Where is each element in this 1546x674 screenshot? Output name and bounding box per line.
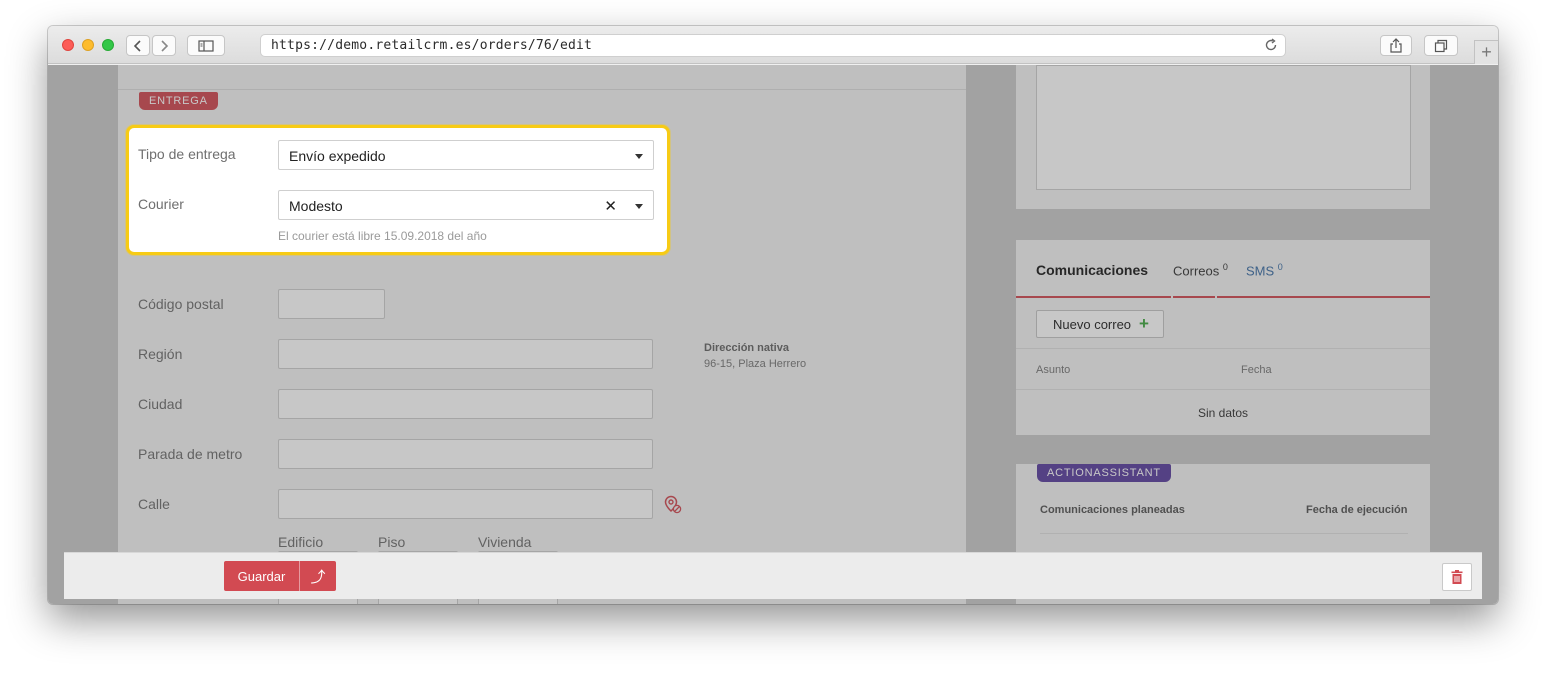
tab-underline bbox=[1217, 296, 1430, 298]
new-email-button[interactable]: Nuevo correo + bbox=[1036, 310, 1164, 338]
caret-down-icon bbox=[635, 154, 643, 159]
street-input[interactable] bbox=[278, 489, 653, 519]
tab-emails-label: Correos bbox=[1173, 263, 1220, 279]
browser-window: https://demo.retailcrm.es/orders/76/edit… bbox=[48, 26, 1498, 604]
tabs-overview-button[interactable] bbox=[1424, 35, 1458, 56]
caret-down-icon bbox=[635, 204, 643, 209]
delivery-type-label: Tipo de entrega bbox=[138, 146, 236, 162]
region-label: Región bbox=[138, 346, 183, 362]
zoom-window-button[interactable] bbox=[102, 39, 114, 51]
forward-button[interactable] bbox=[152, 35, 176, 56]
chevron-right-icon bbox=[161, 39, 169, 52]
city-label: Ciudad bbox=[138, 396, 183, 412]
column-date: Fecha bbox=[1241, 364, 1272, 376]
close-window-button[interactable] bbox=[62, 39, 74, 51]
floor-label: Piso bbox=[378, 534, 406, 550]
address-bar[interactable]: https://demo.retailcrm.es/orders/76/edit bbox=[260, 34, 1286, 57]
column-execution-date: Fecha de ejecución bbox=[1306, 504, 1408, 516]
new-email-label: Nuevo correo bbox=[1053, 316, 1132, 332]
native-address-value: 96-15, Plaza Herrero bbox=[704, 358, 807, 370]
tab-underline bbox=[1173, 296, 1215, 298]
delete-button[interactable] bbox=[1442, 563, 1472, 591]
metro-station-label: Parada de metro bbox=[138, 446, 243, 462]
city-input[interactable] bbox=[278, 389, 653, 419]
tab-sms-label: SMS bbox=[1246, 263, 1275, 279]
clear-icon[interactable]: ✕ bbox=[604, 197, 617, 215]
apartment-label: Vivienda bbox=[478, 534, 532, 550]
tab-emails[interactable]: Correos 0 bbox=[1173, 262, 1228, 278]
share-icon bbox=[1390, 38, 1402, 53]
divider bbox=[1016, 348, 1430, 349]
tab-underline bbox=[1016, 296, 1171, 298]
postal-code-label: Código postal bbox=[138, 296, 224, 312]
section-divider bbox=[118, 89, 966, 90]
sidebar-toggle-button[interactable] bbox=[187, 35, 225, 56]
chevron-left-icon bbox=[133, 39, 141, 52]
plus-icon: + bbox=[1139, 314, 1149, 333]
highlighted-delivery-fields: Tipo de entrega Envío expedido Courier M… bbox=[126, 125, 670, 255]
minimize-window-button[interactable] bbox=[82, 39, 94, 51]
save-button[interactable]: Guardar ⤴ bbox=[224, 561, 336, 591]
new-tab-button[interactable]: + bbox=[1474, 40, 1498, 64]
divider bbox=[1040, 533, 1408, 534]
delivery-type-select[interactable]: Envío expedido bbox=[278, 140, 654, 170]
column-subject: Asunto bbox=[1036, 364, 1071, 376]
notes-panel bbox=[1016, 65, 1430, 209]
tabs-icon bbox=[1434, 39, 1448, 52]
native-address-title: Dirección nativa bbox=[704, 342, 789, 354]
sidebar-icon bbox=[198, 39, 214, 52]
street-label: Calle bbox=[138, 496, 170, 512]
trash-icon bbox=[1451, 570, 1463, 584]
save-label: Guardar bbox=[224, 561, 300, 591]
action-assistant-tag: ACTIONASSISTANT bbox=[1037, 464, 1171, 482]
page-content: ENTREGA Código postal Región Dirección n… bbox=[48, 65, 1498, 604]
tab-sms[interactable]: SMS 0 bbox=[1246, 262, 1283, 278]
courier-select[interactable]: Modesto ✕ bbox=[278, 190, 654, 220]
tab-sms-count: 0 bbox=[1277, 262, 1283, 272]
column-planned-communications: Comunicaciones planeadas bbox=[1040, 504, 1185, 516]
divider bbox=[1016, 389, 1430, 390]
postal-code-input[interactable] bbox=[278, 289, 385, 319]
notes-textarea[interactable] bbox=[1036, 65, 1411, 190]
share-button[interactable] bbox=[1380, 35, 1412, 56]
delivery-type-value: Envío expedido bbox=[289, 148, 386, 164]
bottom-action-bar: Guardar ⤴ bbox=[64, 552, 1482, 599]
courier-label: Courier bbox=[138, 196, 184, 212]
courier-availability-hint: El courier está libre 15.09.2018 del año bbox=[278, 229, 487, 243]
delivery-section-tag: ENTREGA bbox=[139, 92, 218, 110]
browser-toolbar: https://demo.retailcrm.es/orders/76/edit… bbox=[48, 26, 1498, 64]
url-text: https://demo.retailcrm.es/orders/76/edit bbox=[271, 38, 593, 53]
building-label: Edificio bbox=[278, 534, 324, 550]
communications-panel: Comunicaciones Correos 0 SMS 0 Nuevo cor… bbox=[1016, 240, 1430, 435]
metro-station-input[interactable] bbox=[278, 439, 653, 469]
back-button[interactable] bbox=[126, 35, 150, 56]
empty-state-text: Sin datos bbox=[1198, 406, 1249, 420]
courier-value: Modesto bbox=[289, 198, 343, 214]
map-pin-icon[interactable] bbox=[663, 495, 683, 520]
region-input[interactable] bbox=[278, 339, 653, 369]
tab-emails-count: 0 bbox=[1222, 262, 1228, 272]
arrow-up-icon[interactable]: ⤴ bbox=[300, 561, 336, 591]
reload-icon[interactable] bbox=[1264, 38, 1278, 57]
tab-communications[interactable]: Comunicaciones bbox=[1036, 262, 1148, 278]
